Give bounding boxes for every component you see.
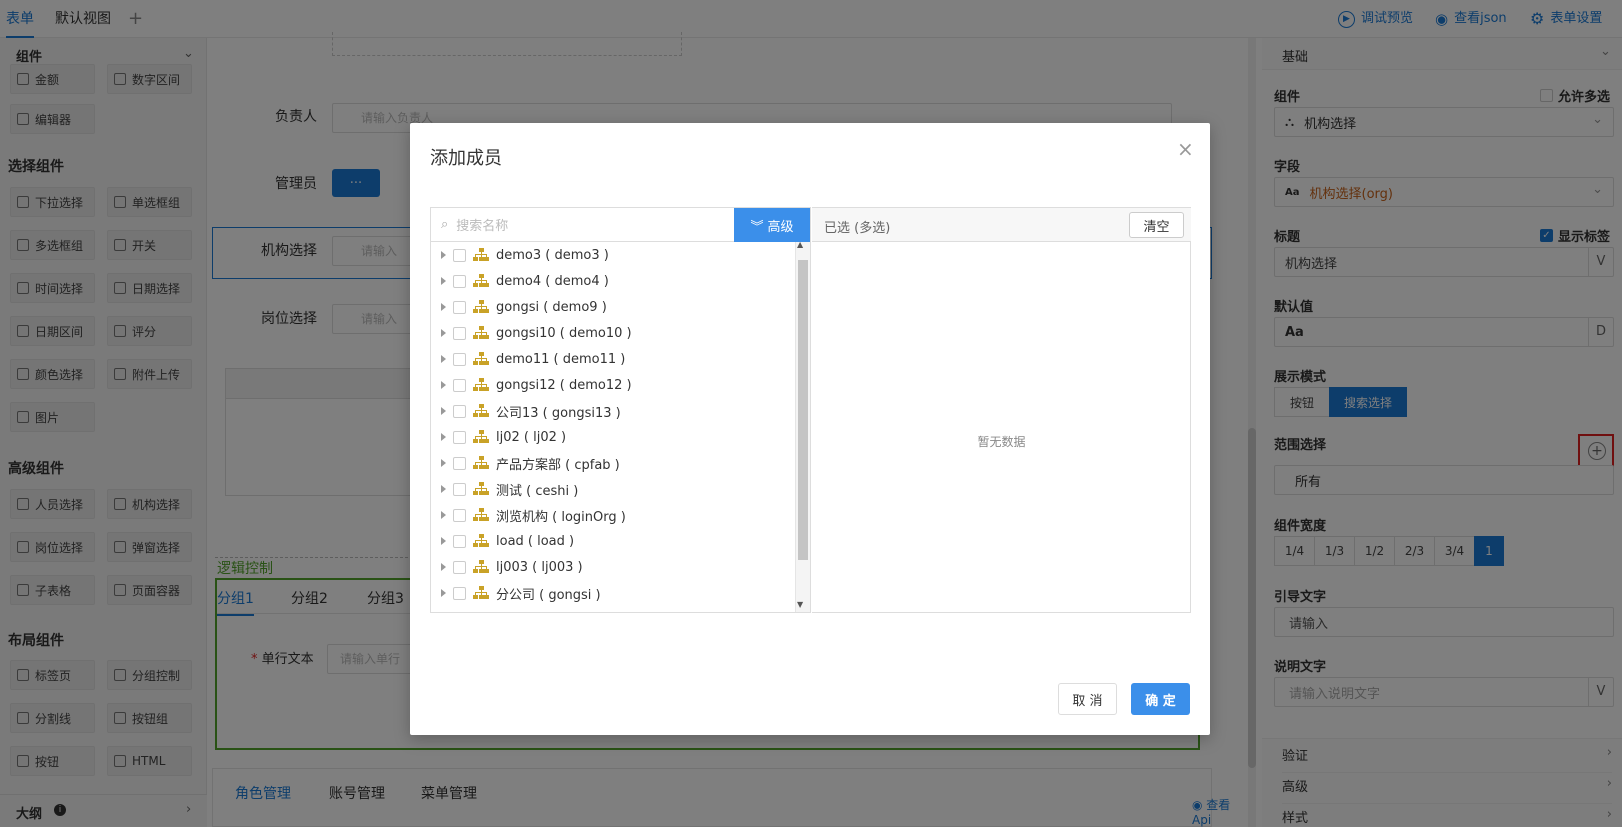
org-icon: [473, 508, 489, 521]
tree-checkbox[interactable]: [453, 404, 466, 418]
tree-node[interactable]: 浏览机构 ( loginOrg ): [441, 502, 626, 528]
tree-checkbox[interactable]: [453, 482, 466, 496]
tree-checkbox[interactable]: [453, 352, 466, 366]
empty-text: 暂无数据: [977, 435, 1026, 449]
tree-checkbox[interactable]: [453, 560, 466, 574]
tree-node[interactable]: 产品方案部 ( cpfab ): [441, 450, 620, 476]
expand-caret-icon[interactable]: [441, 277, 446, 285]
org-icon: [473, 378, 489, 391]
tree-node-label: 上海 ( shanghai ): [496, 610, 604, 613]
expand-caret-icon[interactable]: [441, 381, 446, 389]
scroll-down-icon[interactable]: ▼: [797, 600, 803, 609]
org-icon: [473, 248, 489, 261]
selected-label: 已选 (多选): [824, 221, 891, 236]
expand-caret-icon[interactable]: [441, 511, 446, 519]
tree-checkbox[interactable]: [453, 430, 466, 444]
tree-node-label: gongsi12 ( demo12 ): [496, 377, 632, 393]
search-icon: ⌕: [441, 217, 449, 232]
add-member-dialog: 添加成员 × ⌕ 搜索名称 ︾ 高级 demo3 ( demo3 ) demo4 ( …: [410, 123, 1210, 735]
scroll-up-icon[interactable]: ▲: [797, 240, 803, 249]
tree-node-label: lj02 ( lj02 ): [496, 429, 567, 445]
org-icon: [473, 586, 489, 599]
tree-node[interactable]: demo3 ( demo3 ): [441, 242, 609, 268]
tree-node[interactable]: 公司13 ( gongsi13 ): [441, 398, 621, 424]
org-icon: [473, 560, 489, 573]
tree-checkbox[interactable]: [453, 248, 466, 262]
tree-node[interactable]: demo11 ( demo11 ): [441, 346, 625, 372]
clear-button[interactable]: 清空: [1129, 212, 1184, 238]
tree-node-label: load ( load ): [496, 533, 575, 549]
tree-pane: ⌕ 搜索名称 ︾ 高级 demo3 ( demo3 ) demo4 ( demo4 )…: [430, 207, 811, 613]
org-icon: [473, 352, 489, 365]
cancel-button[interactable]: 取 消: [1058, 683, 1117, 715]
expand-caret-icon[interactable]: [441, 329, 446, 337]
expand-caret-icon[interactable]: [441, 485, 446, 493]
dialog-title: 添加成员: [430, 148, 502, 169]
tree-checkbox[interactable]: [453, 508, 466, 522]
tree-checkbox[interactable]: [453, 534, 466, 548]
search-input[interactable]: ⌕ 搜索名称: [431, 208, 734, 242]
tree-node[interactable]: 上海 ( shanghai ): [441, 606, 604, 612]
tree-node-label: demo4 ( demo4 ): [496, 273, 609, 289]
tree-node-label: demo3 ( demo3 ): [496, 247, 609, 263]
tree-node[interactable]: demo4 ( demo4 ): [441, 268, 609, 294]
tree-node-label: gongsi10 ( demo10 ): [496, 325, 632, 341]
tree-scrollbar[interactable]: ▲ ▼: [795, 240, 810, 612]
tree-node-label: 产品方案部 ( cpfab ): [496, 457, 620, 473]
expand-caret-icon[interactable]: [441, 537, 446, 545]
org-icon: [473, 456, 489, 469]
expand-caret-icon[interactable]: [441, 433, 446, 441]
expand-caret-icon[interactable]: [441, 407, 446, 415]
tree-node-label: gongsi ( demo9 ): [496, 299, 607, 315]
tree-checkbox[interactable]: [453, 586, 466, 600]
tree-checkbox[interactable]: [453, 378, 466, 392]
advanced-search-button[interactable]: ︾ 高级: [734, 208, 810, 242]
tree-checkbox[interactable]: [453, 274, 466, 288]
expand-caret-icon[interactable]: [441, 459, 446, 467]
tree-checkbox[interactable]: [453, 300, 466, 314]
org-icon: [473, 326, 489, 339]
org-icon: [473, 300, 489, 313]
tree-checkbox[interactable]: [453, 326, 466, 340]
tree-node[interactable]: lj02 ( lj02 ): [441, 424, 566, 450]
tree-checkbox[interactable]: [453, 456, 466, 470]
double-chevron-down-icon: ︾: [750, 219, 764, 235]
org-icon: [473, 482, 489, 495]
tree-node[interactable]: gongsi12 ( demo12 ): [441, 372, 632, 398]
org-icon: [473, 274, 489, 287]
scroll-thumb[interactable]: [798, 260, 808, 560]
tree-node[interactable]: gongsi ( demo9 ): [441, 294, 607, 320]
tree-node-label: demo11 ( demo11 ): [496, 351, 626, 367]
tree-node[interactable]: 分公司 ( gongsi ): [441, 580, 601, 606]
expand-caret-icon[interactable]: [441, 563, 446, 571]
expand-caret-icon[interactable]: [441, 251, 446, 259]
tree-node[interactable]: load ( load ): [441, 528, 574, 554]
expand-caret-icon[interactable]: [441, 303, 446, 311]
org-icon: [473, 534, 489, 547]
close-icon[interactable]: ×: [1177, 137, 1194, 161]
tree-node-label: 公司13 ( gongsi13 ): [496, 405, 621, 421]
org-icon: [473, 404, 489, 417]
tree-node-label: 浏览机构 ( loginOrg ): [496, 509, 626, 525]
tree-node-label: 分公司 ( gongsi ): [496, 587, 601, 603]
org-tree: demo3 ( demo3 ) demo4 ( demo4 ) gongsi ( d…: [431, 242, 795, 612]
org-icon: [473, 430, 489, 443]
tree-node[interactable]: gongsi10 ( demo10 ): [441, 320, 632, 346]
tree-node[interactable]: lj003 ( lj003 ): [441, 554, 583, 580]
tree-node-label: 测试 ( ceshi ): [496, 483, 579, 499]
tree-node-label: lj003 ( lj003 ): [496, 559, 583, 575]
selected-pane: 已选 (多选) 清空 暂无数据: [812, 207, 1191, 613]
tree-node[interactable]: 测试 ( ceshi ): [441, 476, 578, 502]
expand-caret-icon[interactable]: [441, 589, 446, 597]
confirm-button[interactable]: 确 定: [1131, 683, 1190, 715]
expand-caret-icon[interactable]: [441, 355, 446, 363]
